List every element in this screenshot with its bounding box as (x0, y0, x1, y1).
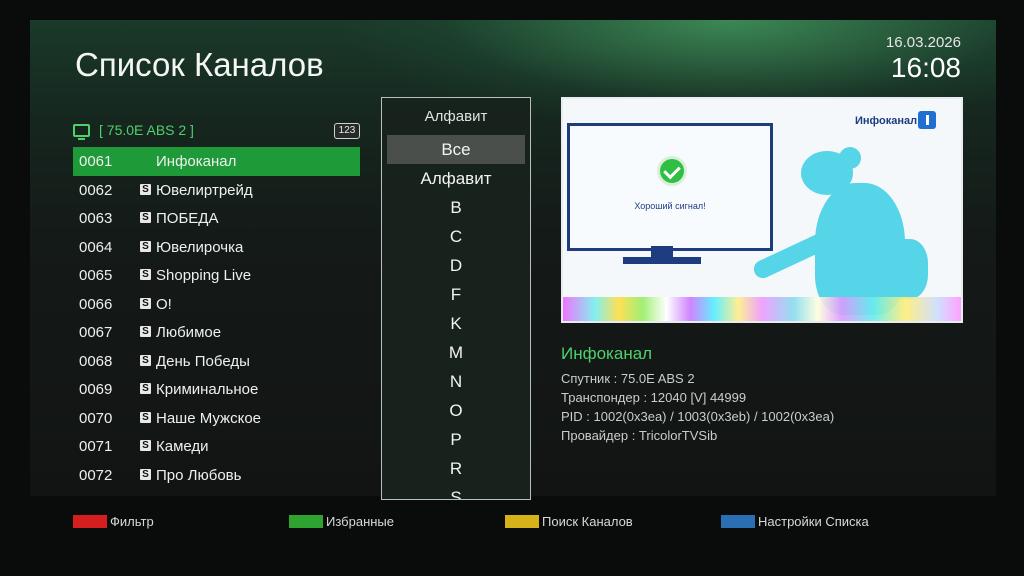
scrambled-icon: S (140, 269, 151, 280)
channel-name: День Победы (156, 352, 250, 370)
info-provider: Провайдер : TricolorTVSib (561, 428, 718, 443)
channel-number: 0062 (79, 181, 113, 199)
channel-name: Любимое (156, 324, 222, 341)
alphabet-option[interactable]: P (387, 425, 525, 454)
scrambled-icon: S (140, 440, 151, 451)
date-label: 16.03.2026 (885, 34, 961, 51)
info-pid: PID : 1002(0x3ea) / 1003(0x3eb) / 1002(0… (561, 409, 835, 424)
scrambled-icon: S (140, 297, 151, 309)
alphabet-option[interactable]: Алфавит (387, 164, 525, 193)
footer-label: Настройки Списка (758, 514, 869, 529)
footer-item[interactable]: Настройки Списка (721, 514, 869, 529)
color-key-icon (289, 515, 323, 528)
channel-row[interactable]: 0069 S Криминальное (73, 375, 360, 404)
channel-name: О! (156, 295, 172, 313)
channel-logo-icon (918, 111, 936, 129)
footer-item[interactable]: Фильтр (73, 514, 154, 529)
channel-row[interactable]: 0071 S Камеди (73, 432, 360, 461)
alphabet-option[interactable]: B (387, 193, 525, 222)
tv-icon (73, 123, 90, 140)
signal-glitch-strip (563, 297, 961, 321)
scrambled-icon: S (140, 183, 151, 195)
info-satellite: Спутник : 75.0E ABS 2 (561, 371, 695, 386)
channel-row[interactable]: 0065 S Shopping Live (73, 261, 360, 290)
channel-row[interactable]: 0062 S Ювелиртрейд (73, 176, 360, 205)
alphabet-option[interactable]: F (387, 280, 525, 309)
alphabet-options: Все Алфавит B C D F K M N O P R S (382, 135, 530, 499)
channel-number: 0071 (79, 438, 113, 455)
color-key-icon (721, 515, 755, 528)
channel-number: 0067 (79, 324, 113, 341)
channel-name: Инфоканал (156, 153, 237, 170)
alphabet-dropdown: Алфавит Все Алфавит B C D F K M N O P R S (381, 97, 531, 500)
time-label: 16:08 (890, 52, 961, 83)
channel-name: Криминальное (156, 381, 259, 398)
channel-name: Про Любовь (156, 466, 242, 484)
footer-label: Избранные (326, 514, 394, 529)
scrambled-icon: S (140, 468, 151, 480)
page-title: Список Каналов (75, 46, 324, 83)
channel-row[interactable]: 0061 Инфоканал (73, 147, 360, 176)
channel-number: 0070 (79, 409, 113, 427)
alphabet-option[interactable]: D (387, 251, 525, 280)
channel-row[interactable]: 0067 S Любимое (73, 318, 360, 347)
satellite-header: [ 75.0E ABS 2 ] (73, 122, 194, 140)
channel-name: Ювелиртрейд (156, 181, 253, 199)
channel-name: Наше Мужское (156, 409, 261, 427)
channel-row[interactable]: 0070 S Наше Мужское (73, 404, 360, 433)
channel-name: Shopping Live (156, 267, 252, 284)
preview-logo-text: Инфоканал (855, 115, 918, 127)
info-transponder: Транспондер : 12040 [V] 44999 (561, 390, 747, 405)
footer-item[interactable]: Поиск Каналов (505, 514, 633, 529)
channel-number: 0069 (79, 381, 113, 398)
channel-row[interactable]: 0066 S О! (73, 290, 360, 319)
monitor-illustration: Хороший сигнал! (567, 123, 773, 251)
channel-number: 0066 (79, 295, 113, 313)
color-key-icon (73, 515, 107, 528)
alphabet-option[interactable]: K (387, 309, 525, 338)
alphabet-option[interactable]: N (387, 367, 525, 396)
alphabet-option[interactable]: O (387, 396, 525, 425)
monitor-base (623, 257, 701, 264)
channel-name: Камеди (156, 438, 209, 455)
channel-number: 0061 (79, 153, 113, 170)
channel-name: ПОБЕДА (156, 210, 219, 227)
numeric-input-badge[interactable]: 123 (334, 123, 360, 139)
channel-number: 0064 (79, 238, 113, 256)
channel-number: 0065 (79, 267, 113, 284)
scrambled-icon: S (140, 383, 151, 394)
alphabet-option[interactable]: S (387, 483, 525, 499)
scrambled-icon: S (140, 411, 151, 423)
channel-row[interactable]: 0072 S Про Любовь (73, 461, 360, 490)
channel-number: 0068 (79, 352, 113, 370)
alphabet-option[interactable]: Все (387, 135, 525, 164)
channel-row[interactable]: 0068 S День Победы (73, 347, 360, 376)
footer-label: Поиск Каналов (542, 514, 633, 529)
channel-name: Ювелирочка (156, 238, 244, 256)
scrambled-icon: S (140, 354, 151, 366)
footer-label: Фильтр (110, 514, 154, 529)
alphabet-option[interactable]: M (387, 338, 525, 367)
channel-preview: Инфоканал Хороший сигнал! (561, 97, 963, 323)
alphabet-title: Алфавит (424, 108, 488, 125)
preview-signal-text: Хороший сигнал! (634, 201, 706, 211)
channel-list: 0061 Инфоканал 0062 S Ювелиртрейд 0063 S ПОБЕДА… (73, 147, 360, 489)
footer-item[interactable]: Избранные (289, 514, 394, 529)
color-key-icon (505, 515, 539, 528)
channel-number: 0072 (79, 466, 113, 484)
scrambled-icon: S (140, 212, 151, 223)
satellite-label: [ 75.0E ABS 2 ] (99, 122, 194, 138)
selected-channel-name: Инфоканал (561, 344, 653, 363)
channel-row[interactable]: 0063 S ПОБЕДА (73, 204, 360, 233)
channel-number: 0063 (79, 210, 113, 227)
scrambled-icon: S (140, 240, 151, 252)
channel-row[interactable]: 0064 S Ювелирочка (73, 233, 360, 262)
scrambled-icon: S (140, 326, 151, 337)
alphabet-option[interactable]: C (387, 222, 525, 251)
check-icon (657, 156, 687, 186)
alphabet-option[interactable]: R (387, 454, 525, 483)
